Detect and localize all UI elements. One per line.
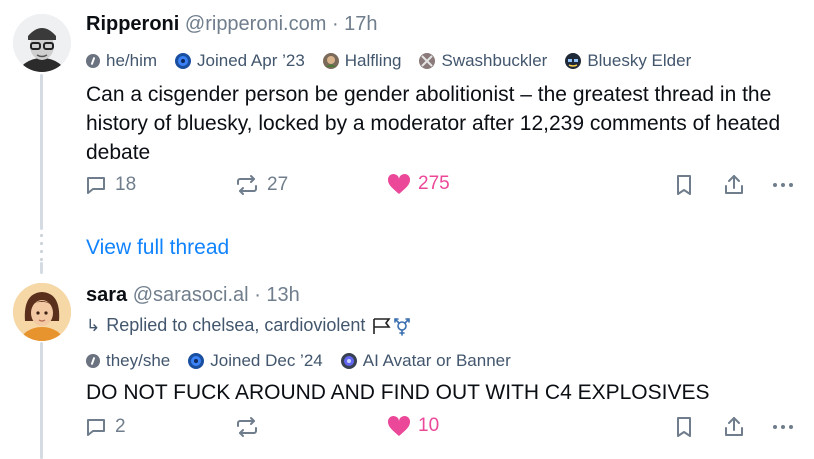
author-handle[interactable]: @ripperoni.com [185,13,326,35]
reply-icon [87,419,105,436]
like-count: 275 [418,173,450,194]
bookmark-icon [677,417,691,437]
badge-label: Swashbuckler [441,51,548,70]
share-button[interactable] [722,415,746,439]
heart-filled-icon [387,415,411,436]
reply-icon [87,177,105,194]
author-name[interactable]: Ripperoni [86,13,179,35]
halfling-icon [322,53,339,69]
like-count: 10 [418,415,440,436]
repost-button[interactable]: 27 [234,173,288,197]
badge-label: Joined Dec ’24 [210,351,323,370]
replied-to[interactable]: ↳ Replied to chelsea, cardioviolent [86,315,411,336]
reply-count: 18 [115,174,137,195]
badge-label: they/she [106,351,171,370]
pronouns-icon [86,354,100,368]
heart-filled-icon [387,173,411,194]
post-header: Ripperoni @ripperoni.com · 17h [86,13,378,36]
post-time[interactable]: 17h [344,13,377,35]
bookmark-button[interactable] [673,173,695,197]
repost-icon [237,417,257,437]
author-handle[interactable]: @sarasoci.al [133,284,249,306]
pronouns-icon [86,54,100,68]
bookmark-icon [677,175,691,195]
reply-button[interactable]: 2 [84,415,126,439]
replied-to-label: Replied to chelsea, cardioviolent [106,315,366,335]
thread-line [40,342,43,459]
like-button[interactable]: 10 [387,415,439,437]
white-flag-icon [373,317,392,334]
like-button[interactable]: 275 [387,173,450,195]
post-actions: 18 27 275 [84,173,804,203]
badge-halfling[interactable]: Halfling [322,51,402,71]
author-name[interactable]: sara [86,284,127,306]
elder-icon [565,53,582,69]
more-icon [773,183,793,187]
repost-icon [237,175,257,195]
more-options-button[interactable] [771,415,795,439]
badge-pronouns[interactable]: he/him [86,51,157,71]
thread-line [40,262,43,274]
post-text: Can a cisgender person be gender aboliti… [86,83,781,164]
post-time[interactable]: 13h [266,284,299,306]
separator: · [254,284,261,306]
swashbuckler-icon [419,53,436,69]
bookmark-button[interactable] [673,415,695,439]
ai-icon [340,353,357,369]
more-options-button[interactable] [771,173,795,197]
repost-count: 27 [267,174,289,195]
badge-label: Halfling [344,51,402,70]
badge-swashbuckler[interactable]: Swashbuckler [419,51,547,71]
badge-label: AI Avatar or Banner [362,351,511,370]
badge-label: he/him [106,51,158,70]
joined-icon [175,53,192,69]
badge-joined[interactable]: Joined Apr ’23 [175,51,305,71]
share-button[interactable] [722,173,746,197]
badge-label: Bluesky Elder [587,51,692,70]
avatar[interactable] [13,283,71,341]
post-header: sara @sarasoci.al · 13h [86,284,300,307]
share-icon [725,175,743,194]
reply-arrow-icon: ↳ [86,315,101,335]
view-full-thread-link[interactable]: View full thread [86,236,229,260]
transgender-symbol-icon [394,317,411,336]
badge-row: they/she Joined Dec ’24 AI Avatar or Ban… [86,351,529,371]
reply-count: 2 [115,416,126,437]
badge-joined[interactable]: Joined Dec ’24 [188,351,323,371]
repost-button[interactable] [234,415,267,439]
reply-button[interactable]: 18 [84,173,136,197]
post-actions: 2 10 [84,415,804,445]
joined-icon [188,353,205,369]
badge-ai[interactable]: AI Avatar or Banner [340,351,511,371]
avatar[interactable] [13,14,71,72]
flag-icons [371,316,411,336]
badge-row: he/him Joined Apr ’23 Halfling Swashbuck… [86,51,709,71]
share-icon [725,417,743,436]
badge-elder[interactable]: Bluesky Elder [565,51,691,71]
more-icon [773,425,793,429]
post-text: DO NOT FUCK AROUND AND FIND OUT WITH C4 … [86,381,710,404]
thread-line [40,74,43,230]
badge-label: Joined Apr ’23 [197,51,305,70]
badge-pronouns[interactable]: they/she [86,351,170,371]
separator: · [331,13,339,35]
